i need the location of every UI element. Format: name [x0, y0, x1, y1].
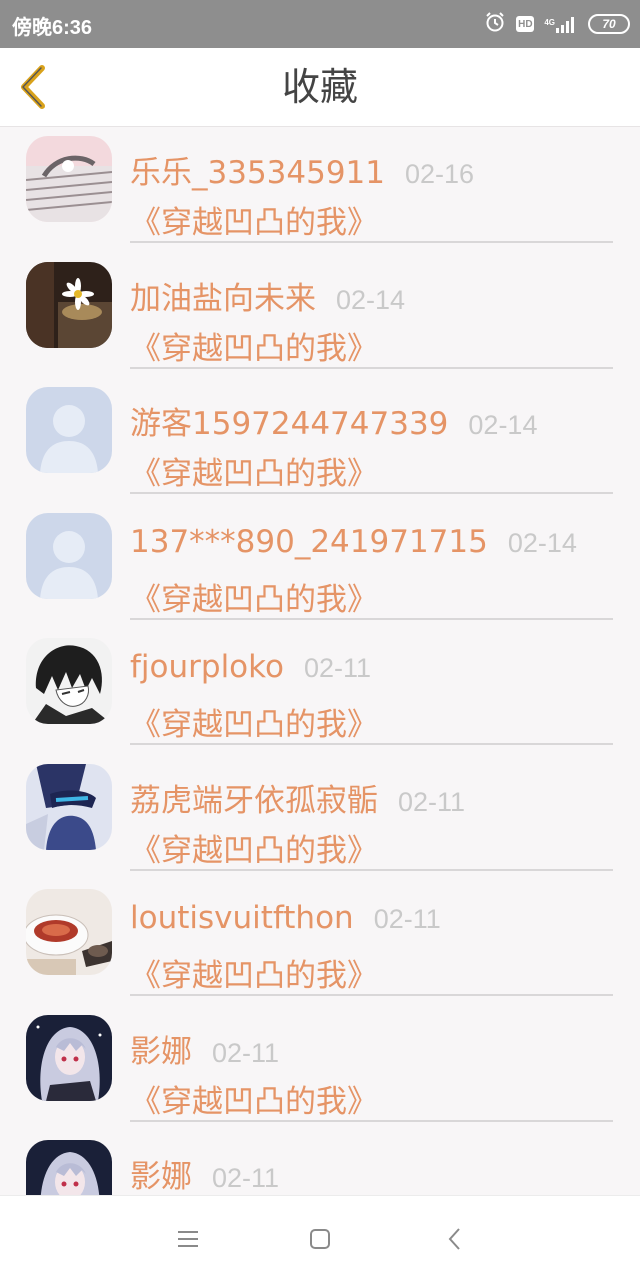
- square-icon: [310, 1229, 330, 1249]
- book-title[interactable]: 《穿越凹凸的我》: [130, 1076, 378, 1121]
- book-title[interactable]: 《穿越凹凸的我》: [130, 448, 378, 493]
- date: 02-11: [398, 786, 466, 817]
- list-item[interactable]: 影娜 02-11 《穿越凹凸的我》: [0, 1006, 640, 1132]
- avatar[interactable]: [26, 1014, 112, 1101]
- user-name: 137***890_241971715: [130, 523, 488, 560]
- favorites-list: 乐乐_335345911 02-16 《穿越凹凸的我》 加油盐向未来 02-14…: [0, 127, 640, 1195]
- book-title[interactable]: 《穿越凹凸的我》: [130, 323, 378, 368]
- date: 02-14: [468, 410, 538, 440]
- user-name: loutisvuitfthon: [130, 900, 354, 936]
- list-item[interactable]: loutisvuitfthon 02-11 《穿越凹凸的我》: [0, 880, 640, 1006]
- alarm-icon: [484, 11, 506, 37]
- date: 02-11: [373, 904, 441, 934]
- avatar[interactable]: [26, 763, 112, 850]
- divider: [130, 868, 613, 871]
- network-type: 4G: [544, 18, 555, 27]
- date: 02-16: [405, 159, 475, 189]
- hd-badge: HD: [516, 16, 535, 32]
- user-name: 荔虎端牙依孤寂骺: [130, 782, 378, 819]
- home-button[interactable]: [305, 1224, 335, 1254]
- default-user-icon: [26, 387, 112, 473]
- divider: [130, 617, 613, 620]
- user-name: 影娜: [130, 1159, 192, 1195]
- header: 收藏: [0, 48, 640, 127]
- book-title[interactable]: 《穿越凹凸的我》: [130, 699, 378, 744]
- avatar[interactable]: [26, 136, 112, 222]
- default-user-icon: [26, 512, 112, 599]
- avatar[interactable]: [26, 261, 112, 348]
- chevron-left-icon: [448, 1228, 460, 1250]
- list-item[interactable]: 加油盐向未来 02-14 《穿越凹凸的我》: [0, 253, 640, 379]
- avatar[interactable]: [26, 889, 112, 975]
- list-item[interactable]: 乐乐_335345911 02-16 《穿越凹凸的我》: [0, 127, 640, 253]
- user-name: 乐乐_335345911: [130, 155, 386, 191]
- user-name: 游客1597244747339: [130, 406, 449, 442]
- avatar[interactable]: [26, 1140, 112, 1195]
- list-item[interactable]: 荔虎端牙依孤寂骺 02-11 《穿越凹凸的我》: [0, 755, 640, 881]
- divider: [130, 492, 613, 494]
- divider: [130, 366, 613, 369]
- back-nav-button[interactable]: [440, 1224, 470, 1254]
- list-item[interactable]: 影娜 02-11: [0, 1131, 640, 1195]
- user-name: fjourploko: [130, 649, 284, 685]
- status-time: 傍晚6:36: [12, 17, 93, 39]
- signal-icon: 4G: [544, 15, 578, 33]
- user-name: 影娜: [130, 1033, 192, 1070]
- divider: [130, 994, 613, 996]
- avatar[interactable]: [26, 638, 112, 724]
- system-nav-bar: [0, 1195, 640, 1281]
- book-title[interactable]: 《穿越凹凸的我》: [130, 574, 378, 619]
- status-icons: HD 4G 70: [484, 12, 630, 36]
- user-name: 加油盐向未来: [130, 280, 316, 317]
- divider: [130, 1119, 613, 1122]
- book-title[interactable]: 《穿越凹凸的我》: [130, 197, 378, 242]
- menu-icon: [178, 1231, 198, 1247]
- list-item[interactable]: fjourploko 02-11 《穿越凹凸的我》: [0, 629, 640, 755]
- date: 02-11: [212, 1163, 280, 1193]
- date: 02-11: [212, 1037, 280, 1068]
- book-title[interactable]: 《穿越凹凸的我》: [130, 825, 378, 870]
- divider: [130, 241, 613, 243]
- page-title: 收藏: [281, 65, 358, 109]
- battery-icon: 70: [588, 14, 630, 34]
- date: 02-11: [303, 653, 372, 683]
- status-bar: 傍晚6:36 HD 4G 70: [0, 0, 640, 48]
- avatar[interactable]: [26, 387, 112, 473]
- book-title[interactable]: 《穿越凹凸的我》: [130, 950, 378, 995]
- menu-button[interactable]: [173, 1224, 203, 1254]
- list-item[interactable]: 137***890_241971715 02-14 《穿越凹凸的我》: [0, 504, 640, 630]
- list-item[interactable]: 游客1597244747339 02-14 《穿越凹凸的我》: [0, 378, 640, 504]
- avatar[interactable]: [26, 512, 112, 599]
- divider: [130, 743, 613, 745]
- date: 02-14: [336, 284, 406, 315]
- date: 02-14: [507, 527, 577, 558]
